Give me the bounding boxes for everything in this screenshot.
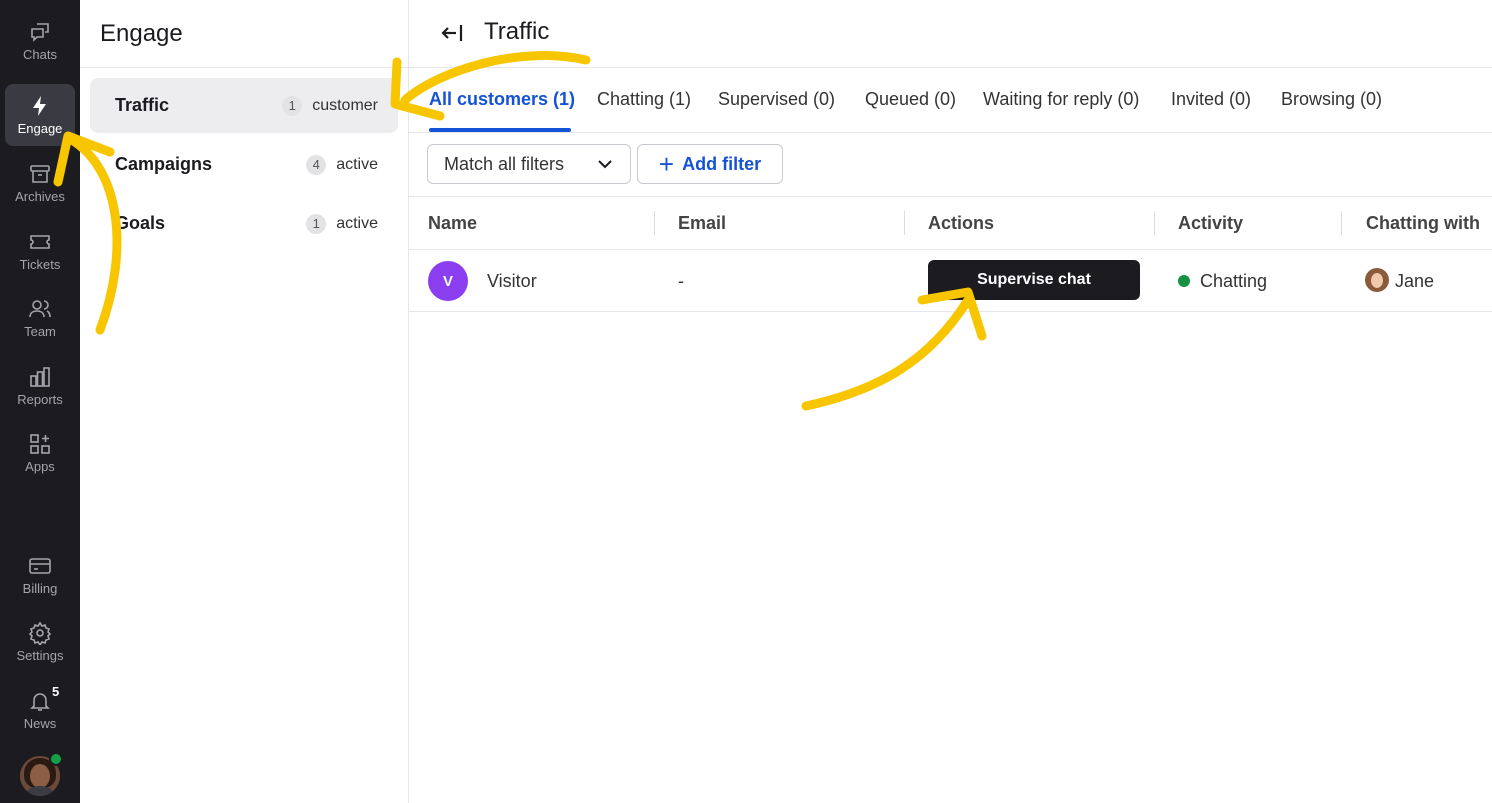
rail-item-settings[interactable]: Settings (5, 611, 75, 673)
ticket-icon (30, 235, 50, 249)
nav-label: Traffic (115, 95, 170, 115)
nav-item-campaigns[interactable]: Campaigns 4 active (90, 137, 398, 192)
tab-supervised[interactable]: Supervised (0) (718, 89, 835, 110)
rail-item-chats[interactable]: Chats (5, 10, 75, 72)
match-filters-dropdown[interactable]: Match all filters (427, 144, 631, 184)
rail-item-news[interactable]: News 5 (5, 679, 75, 741)
team-icon (29, 300, 51, 318)
divider (80, 67, 409, 68)
column-divider (654, 211, 655, 235)
column-header-name[interactable]: Name (428, 213, 477, 234)
app-root: Chats Engage Archives Tickets Team Repor… (0, 0, 1492, 803)
nav-count-badge: 1 (306, 213, 327, 234)
supervise-chat-button[interactable]: Supervise chat (928, 260, 1140, 300)
column-divider (904, 211, 905, 235)
nav-item-traffic[interactable]: Traffic 1 customer (90, 78, 398, 133)
nav-sub-label: customer (312, 96, 378, 114)
nav-sub-label: active (336, 155, 378, 173)
nav-item-goals[interactable]: Goals 1 active (90, 196, 398, 251)
agent-avatar (1365, 268, 1389, 292)
rail-label: Apps (25, 459, 55, 474)
rail-item-billing[interactable]: Billing (5, 544, 75, 606)
visitor-name: Visitor (487, 271, 537, 291)
tab-invited[interactable]: Invited (0) (1171, 89, 1251, 110)
rail-item-reports[interactable]: Reports (5, 355, 75, 417)
dropdown-value: Match all filters (444, 153, 565, 174)
apps-icon (30, 434, 50, 454)
column-divider (1154, 211, 1155, 235)
plus-icon: + (658, 149, 675, 179)
rail-item-tickets[interactable]: Tickets (5, 220, 75, 282)
rail-label: News (23, 716, 57, 731)
rail-label: Engage (17, 121, 63, 136)
activity-status-dot (1178, 275, 1190, 287)
bell-icon (30, 693, 50, 711)
collapse-panel-icon[interactable] (439, 20, 465, 46)
traffic-main: Traffic All customers (1) Chatting (1) S… (409, 0, 1492, 803)
rail-item-team[interactable]: Team (5, 287, 75, 349)
engage-panel: Engage Traffic 1 customer Campaigns 4 ac… (80, 0, 409, 803)
panel-title: Engage (100, 20, 183, 47)
customer-tabs: All customers (1) Chatting (1) Supervise… (409, 68, 1492, 133)
chevron-down-icon (598, 160, 612, 169)
lightning-icon (33, 96, 46, 116)
nav-count-badge: 1 (282, 95, 303, 116)
table-row[interactable]: V Visitor - Supervise chat Chatting Jane (409, 250, 1492, 312)
nav-sub-label: active (336, 214, 378, 232)
page-title: Traffic (484, 18, 550, 45)
chats-icon (31, 23, 49, 42)
online-status-dot (49, 752, 63, 766)
rail-label: Tickets (19, 257, 61, 272)
tab-waiting-for-reply[interactable]: Waiting for reply (0) (983, 89, 1139, 110)
activity-status: Chatting (1200, 271, 1268, 291)
filter-bar: Match all filters + Add filter (409, 133, 1492, 197)
agent-name: Jane (1395, 271, 1435, 291)
rail-label: Team (24, 324, 56, 339)
tab-chatting[interactable]: Chatting (1) (597, 89, 691, 110)
rail-label: Chats (23, 47, 57, 62)
column-header-chatting-with[interactable]: Chatting with (1366, 213, 1480, 234)
visitor-email: - (678, 271, 684, 291)
rail-item-engage[interactable]: Engage (5, 84, 75, 146)
rail-label: Archives (15, 189, 65, 204)
rail-label: Reports (17, 392, 63, 407)
column-header-email[interactable]: Email (678, 213, 726, 234)
column-divider (1341, 211, 1342, 235)
rail-item-archives[interactable]: Archives (5, 152, 75, 214)
gear-icon (28, 621, 52, 645)
active-tab-indicator (429, 128, 571, 132)
table-header: Name Email Actions Activity Chatting wit… (409, 197, 1492, 250)
visitor-avatar: V (428, 261, 468, 301)
news-count-badge: 5 (52, 684, 60, 699)
rail-label: Billing (22, 581, 58, 596)
credit-card-icon (29, 558, 51, 574)
nav-count-badge: 4 (306, 154, 327, 175)
add-filter-button[interactable]: + Add filter (637, 144, 783, 184)
nav-label: Goals (115, 213, 166, 233)
left-rail: Chats Engage Archives Tickets Team Repor… (0, 0, 80, 803)
nav-label: Campaigns (115, 154, 213, 174)
column-header-actions[interactable]: Actions (928, 213, 994, 234)
tab-browsing[interactable]: Browsing (0) (1281, 89, 1382, 110)
rail-item-apps[interactable]: Apps (5, 422, 75, 484)
archive-icon (30, 165, 50, 183)
column-header-activity[interactable]: Activity (1178, 213, 1243, 234)
rail-label: Settings (16, 648, 64, 663)
tab-all-customers[interactable]: All customers (1) (429, 89, 575, 110)
add-filter-label: Add filter (682, 153, 762, 174)
bar-chart-icon (30, 367, 50, 387)
tab-queued[interactable]: Queued (0) (865, 89, 956, 110)
main-header: Traffic (409, 0, 1492, 68)
